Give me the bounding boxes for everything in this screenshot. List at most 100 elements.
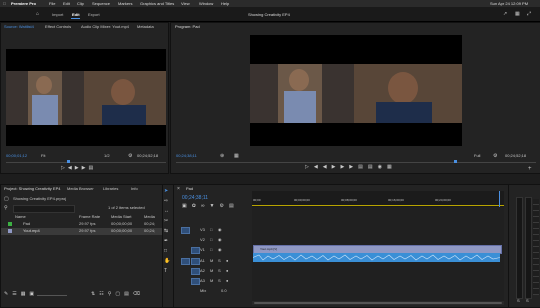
selection-tool-icon[interactable]: ➤ — [164, 189, 170, 194]
solo-button[interactable]: S — [218, 259, 221, 263]
program-settings-icon[interactable]: ▦ — [234, 154, 239, 159]
write-lock-icon[interactable]: ✎ — [4, 292, 8, 297]
menu-window[interactable]: Window — [199, 1, 213, 6]
tab-effect-controls[interactable]: Effect Controls — [45, 25, 71, 29]
automate-icon[interactable]: ☷ — [99, 292, 103, 297]
add-marker-icon[interactable]: ▼ — [210, 204, 215, 209]
tab-project[interactable]: Project: Showing Creativity EP4 — [4, 187, 60, 191]
tab-audio-clip-mixer[interactable]: Audio Clip Mixer: Yout.mp4 — [81, 25, 129, 29]
program-playhead[interactable] — [454, 160, 457, 163]
meter-solo-left[interactable]: S — [517, 299, 520, 303]
menu-graphics-titles[interactable]: Graphics and Titles — [140, 1, 174, 6]
program-step-forward-icon[interactable]: ▶ — [340, 165, 344, 170]
lift-icon[interactable]: ▤ — [358, 165, 363, 170]
mark-in-icon[interactable]: ▷ — [61, 166, 65, 171]
type-tool-icon[interactable]: T — [164, 269, 170, 274]
extract-icon[interactable]: ▤ — [368, 165, 373, 170]
menu-edit[interactable]: Edit — [63, 1, 70, 6]
lock-icon[interactable]: □ — [210, 228, 212, 232]
quick-export-icon[interactable]: ↗ — [503, 12, 507, 17]
program-zoom-icon[interactable]: ⊕ — [220, 154, 224, 159]
linked-selection-icon[interactable]: ∞ — [201, 204, 205, 209]
timeline-scrollbar[interactable] — [252, 301, 504, 305]
snap-icon[interactable]: ✿ — [192, 204, 196, 209]
track-target-v1[interactable] — [191, 247, 200, 254]
table-row[interactable]: Yout.mp4 29.97 fps 00;00;00;00 00;24; — [1, 228, 163, 235]
column-media-start[interactable]: Media Start — [111, 215, 131, 219]
add-button-icon[interactable]: + — [528, 166, 532, 172]
new-bin-icon[interactable]: ▢ — [115, 292, 120, 297]
mute-button[interactable]: M — [210, 259, 213, 263]
sequence-tab[interactable]: Pad — [186, 187, 193, 191]
program-wrench-icon[interactable]: ⚙ — [493, 154, 497, 159]
camera-icon[interactable]: ◉ — [378, 165, 382, 170]
play-icon[interactable]: ▶ — [75, 166, 79, 171]
program-play-icon[interactable]: ▶ — [332, 165, 336, 170]
timeline-timecode[interactable]: 00;24;38;11 — [182, 196, 208, 201]
sort-icon[interactable]: ⇅ — [91, 292, 95, 297]
tab-source[interactable]: Source: Waitlist4 — [4, 25, 34, 29]
menu-view[interactable]: View — [181, 1, 190, 6]
mix-value[interactable]: 0.0 — [221, 289, 227, 293]
program-go-out-icon[interactable]: ▶ — [349, 165, 353, 170]
eye-icon[interactable]: ◉ — [218, 228, 222, 232]
compare-icon[interactable]: ▦ — [387, 165, 392, 170]
captions-icon[interactable]: ▤ — [229, 204, 234, 209]
pen-tool-icon[interactable]: ✒ — [164, 239, 170, 244]
rectangle-tool-icon[interactable]: □ — [164, 249, 170, 254]
track-target-a2[interactable] — [191, 268, 200, 275]
tab-export[interactable]: Export — [88, 12, 100, 17]
menu-clip[interactable]: Clip — [77, 1, 84, 6]
voiceover-icon[interactable]: ● — [226, 269, 228, 273]
source-patch-v[interactable] — [181, 227, 190, 234]
track-select-tool-icon[interactable]: ⇨ — [164, 199, 170, 204]
find-icon[interactable]: ⚲ — [108, 292, 112, 297]
search-icon[interactable]: ⚲ — [4, 206, 8, 211]
menu-markers[interactable]: Markers — [118, 1, 132, 6]
source-scrubber[interactable] — [6, 162, 166, 163]
tab-info[interactable]: Info — [131, 187, 138, 191]
track-target-a1[interactable] — [191, 258, 200, 265]
audio-clip[interactable] — [253, 253, 500, 262]
tab-edit[interactable]: Edit — [72, 12, 80, 17]
source-resolution[interactable]: 1/2 — [104, 154, 110, 158]
ripple-edit-tool-icon[interactable]: ↔ — [164, 209, 170, 214]
menu-file[interactable]: File — [49, 1, 55, 6]
workspace-icon[interactable]: ▦ — [515, 12, 520, 17]
voiceover-icon[interactable]: ● — [226, 259, 228, 263]
project-search-input[interactable] — [13, 205, 75, 213]
tab-metadata[interactable]: Metadata — [137, 25, 154, 29]
freeform-view-icon[interactable]: ▣ — [29, 292, 34, 297]
fullscreen-icon[interactable]: ⤢ — [527, 12, 531, 17]
tab-media-browser[interactable]: Media Browser — [67, 187, 94, 191]
timeline-settings-icon[interactable]: ⚙ — [219, 204, 223, 209]
work-area-bar[interactable] — [252, 205, 504, 206]
program-step-back-icon[interactable]: ◀ — [323, 165, 327, 170]
source-fit-dropdown[interactable]: Fit — [41, 154, 45, 158]
source-playhead[interactable] — [67, 160, 70, 163]
mute-button[interactable]: M — [210, 279, 213, 283]
solo-button[interactable]: S — [218, 269, 221, 273]
program-title[interactable]: Program: Pad — [175, 25, 200, 29]
source-timecode[interactable]: 00;00;01;12 — [6, 154, 27, 158]
column-frame-rate[interactable]: Frame Rate — [79, 215, 100, 219]
timeline-ruler[interactable]: 00;00 00;00;00;00 00;08;00;00 00;16;00;0… — [252, 191, 504, 207]
icon-view-icon[interactable]: ▦ — [21, 292, 26, 297]
hand-tool-icon[interactable]: ✋ — [164, 259, 170, 264]
insert-icon[interactable]: ▤ — [88, 166, 93, 171]
lock-icon[interactable]: □ — [210, 248, 212, 252]
mute-button[interactable]: M — [210, 269, 213, 273]
solo-button[interactable]: S — [218, 279, 221, 283]
tab-libraries[interactable]: Libraries — [103, 187, 118, 191]
nest-icon[interactable]: ▣ — [182, 204, 187, 209]
table-row[interactable]: Pad 29.97 fps 00;00;00;00 00;24; — [1, 221, 163, 228]
meter-solo-right[interactable]: S — [526, 299, 529, 303]
home-icon[interactable]: ⌂ — [36, 12, 39, 17]
zoom-slider[interactable] — [37, 295, 67, 296]
trash-icon[interactable]: ⌫ — [133, 292, 140, 297]
voiceover-icon[interactable]: ● — [226, 279, 228, 283]
menu-sequence[interactable]: Sequence — [92, 1, 110, 6]
source-patch-a[interactable] — [181, 258, 190, 265]
program-timecode[interactable]: 00;24;38;11 — [176, 154, 197, 158]
apple-icon[interactable]:  — [3, 1, 6, 6]
